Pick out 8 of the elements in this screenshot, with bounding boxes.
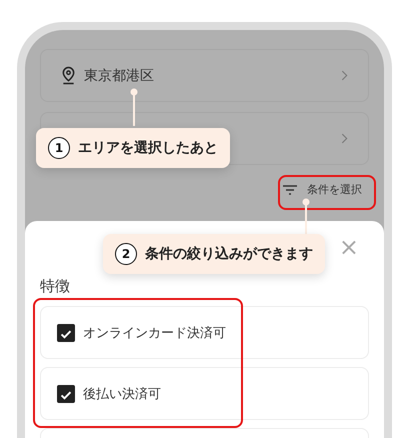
option-label: オンラインカード決済可 — [83, 324, 226, 342]
option-label: 後払い決済可 — [83, 386, 161, 402]
area-label: 東京都港区 — [84, 66, 154, 84]
callout-text: 条件の絞り込みができます — [145, 245, 313, 263]
step-number: 1 — [48, 137, 70, 159]
step-number: 2 — [115, 243, 137, 265]
callout-text: エリアを選択したあと — [78, 139, 218, 157]
section-heading: 特徴 — [40, 277, 70, 296]
